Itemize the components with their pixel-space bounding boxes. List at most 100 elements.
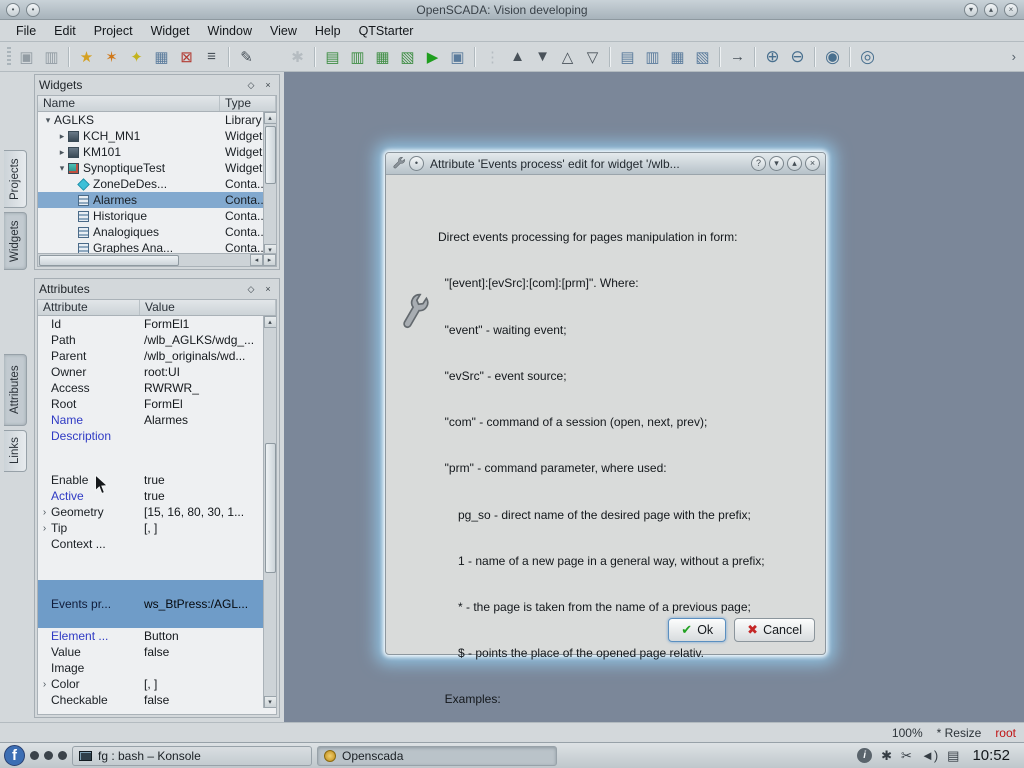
clock[interactable]: 10:52: [972, 747, 1010, 764]
align-left-icon[interactable]: ▤: [615, 44, 640, 69]
tab-attributes[interactable]: Attributes: [4, 354, 27, 426]
ok-button[interactable]: ✔ Ok: [668, 618, 726, 642]
volume-icon[interactable]: ◄): [921, 748, 938, 763]
tree-row-kch-mn1[interactable]: ▸KCH_MN1 Widget: [38, 128, 276, 144]
scroll-left-icon[interactable]: ◂: [250, 254, 263, 266]
dialog-sticky-button[interactable]: •: [409, 156, 424, 171]
item-props-icon[interactable]: ≡: [199, 44, 224, 69]
dots-handle-icon[interactable]: ⋮: [480, 44, 505, 69]
widget-media-icon[interactable]: ▧: [395, 44, 420, 69]
rise-icon[interactable]: ▲: [505, 44, 530, 69]
klipper-scissors-icon[interactable]: ✂: [901, 748, 912, 764]
cancel-button[interactable]: ✖ Cancel: [734, 618, 815, 642]
scroll-right-icon[interactable]: ▸: [263, 254, 276, 266]
window-sticky-button[interactable]: •: [26, 3, 40, 17]
attribute-row-image[interactable]: Image: [38, 660, 263, 676]
expander-open-icon[interactable]: ▾: [42, 115, 54, 126]
task-konsole[interactable]: fg : bash – Konsole: [72, 746, 312, 766]
scroll-thumb[interactable]: [265, 126, 276, 184]
column-type[interactable]: Type: [220, 96, 276, 111]
tree-row-synoptiquetest[interactable]: ▾SynoptiqueTest Widget: [38, 160, 276, 176]
attribute-row-parent[interactable]: Parent/wlb_originals/wd...: [38, 348, 263, 364]
item-delete-icon[interactable]: ⊠: [174, 44, 199, 69]
menu-window[interactable]: Window: [200, 22, 260, 40]
zoom-in-icon[interactable]: ⊕: [760, 44, 785, 69]
next-page-icon[interactable]: →: [725, 44, 750, 69]
settings-gear-icon[interactable]: ✱: [881, 748, 892, 764]
align-hcenter-icon[interactable]: ▥: [640, 44, 665, 69]
expand-arrow-icon[interactable]: ›: [38, 679, 51, 690]
attribute-row-access[interactable]: AccessRWRWR_: [38, 380, 263, 396]
quick-launch-icon[interactable]: [58, 751, 67, 760]
attribute-row-element[interactable]: Element ...Button: [38, 628, 263, 644]
tree-row-aglks[interactable]: ▾AGLKS Library: [38, 112, 276, 128]
dialog-unshade-button[interactable]: ▴: [787, 156, 802, 171]
menu-file[interactable]: File: [8, 22, 44, 40]
run-project-icon[interactable]: ▶: [420, 44, 445, 69]
expander-open-icon[interactable]: ▾: [56, 163, 68, 174]
attribute-row-geometry[interactable]: ›Geometry[15, 16, 80, 30, 1...: [38, 504, 263, 520]
start-menu-button[interactable]: f: [4, 745, 25, 766]
scroll-thumb[interactable]: [39, 255, 179, 266]
scroll-down-icon[interactable]: ▾: [264, 696, 277, 708]
menu-help[interactable]: Help: [307, 22, 349, 40]
attribute-row-events-process[interactable]: Events pr...ws_BtPress:/AGL...: [38, 580, 263, 628]
attribute-row-owner[interactable]: Ownerroot:UI: [38, 364, 263, 380]
maximize-button[interactable]: ▴: [984, 3, 998, 17]
column-attribute[interactable]: Attribute: [38, 300, 140, 315]
lib-new-icon[interactable]: ✦: [124, 44, 149, 69]
lower-icon[interactable]: ▼: [530, 44, 555, 69]
item-add-icon[interactable]: ▦: [149, 44, 174, 69]
window-new-icon[interactable]: ▣: [14, 44, 39, 69]
menu-view[interactable]: View: [262, 22, 305, 40]
column-value[interactable]: Value: [140, 300, 276, 315]
tab-widgets[interactable]: Widgets: [4, 212, 27, 270]
window-close-icon[interactable]: ▥: [39, 44, 64, 69]
attribute-row-tip[interactable]: ›Tip[, ]: [38, 520, 263, 536]
align-vcenter-icon[interactable]: ▧: [690, 44, 715, 69]
window-menu-button[interactable]: •: [6, 3, 20, 17]
expander-closed-icon[interactable]: ▸: [56, 131, 68, 142]
dialog-shade-button[interactable]: ▾: [769, 156, 784, 171]
attribute-row-root[interactable]: RootFormEl: [38, 396, 263, 412]
scroll-up-icon[interactable]: ▴: [264, 112, 277, 124]
clipboard-icon[interactable]: ▤: [947, 748, 959, 764]
tree-row-historique[interactable]: Historique Conta...: [38, 208, 276, 224]
tab-links[interactable]: Links: [4, 430, 27, 472]
attribute-row-path[interactable]: Path/wlb_AGLKS/wdg_...: [38, 332, 263, 348]
attribute-row-checkable[interactable]: Checkablefalse: [38, 692, 263, 708]
tree-horizontal-scrollbar[interactable]: ◂ ▸: [38, 253, 276, 266]
column-name[interactable]: Name: [38, 96, 220, 111]
lib-load-icon[interactable]: ★: [74, 44, 99, 69]
info-icon[interactable]: i: [857, 748, 872, 763]
attribute-row-active[interactable]: Activetrue: [38, 488, 263, 504]
dialog-help-button[interactable]: ?: [751, 156, 766, 171]
attribute-row-enable[interactable]: Enabletrue: [38, 472, 263, 488]
tab-projects[interactable]: Projects: [4, 150, 27, 208]
expand-arrow-icon[interactable]: ›: [38, 523, 51, 534]
raise-top-icon[interactable]: △: [555, 44, 580, 69]
close-button[interactable]: ×: [1004, 3, 1018, 17]
panel-float-button[interactable]: ◇: [244, 282, 258, 296]
align-right-icon[interactable]: ▦: [665, 44, 690, 69]
tree-row-alarmes[interactable]: Alarmes Conta...: [38, 192, 276, 208]
attribute-row-color[interactable]: ›Color[, ]: [38, 676, 263, 692]
task-openscada[interactable]: Openscada: [317, 746, 557, 766]
page-icon[interactable]: ▣: [445, 44, 470, 69]
menu-widget[interactable]: Widget: [143, 22, 198, 40]
minimize-button[interactable]: ▾: [964, 3, 978, 17]
tree-row-zonededes[interactable]: ZoneDeDes... Conta...: [38, 176, 276, 192]
menu-project[interactable]: Project: [86, 22, 141, 40]
widget-form-icon[interactable]: ▦: [370, 44, 395, 69]
scroll-up-icon[interactable]: ▴: [264, 316, 277, 328]
expand-arrow-icon[interactable]: ›: [38, 507, 51, 518]
lower-bottom-icon[interactable]: ▽: [580, 44, 605, 69]
attribute-row-description[interactable]: Description: [38, 428, 263, 472]
widget-box-icon[interactable]: ▥: [345, 44, 370, 69]
panel-float-button[interactable]: ◇: [244, 78, 258, 92]
zoom-fit-icon[interactable]: ◉: [820, 44, 845, 69]
panel-close-button[interactable]: ×: [261, 78, 275, 92]
tree-vertical-scrollbar[interactable]: ▴ ▾: [263, 112, 276, 256]
lib-save-icon[interactable]: ✶: [99, 44, 124, 69]
attribute-row-context[interactable]: Context ...: [38, 536, 263, 580]
